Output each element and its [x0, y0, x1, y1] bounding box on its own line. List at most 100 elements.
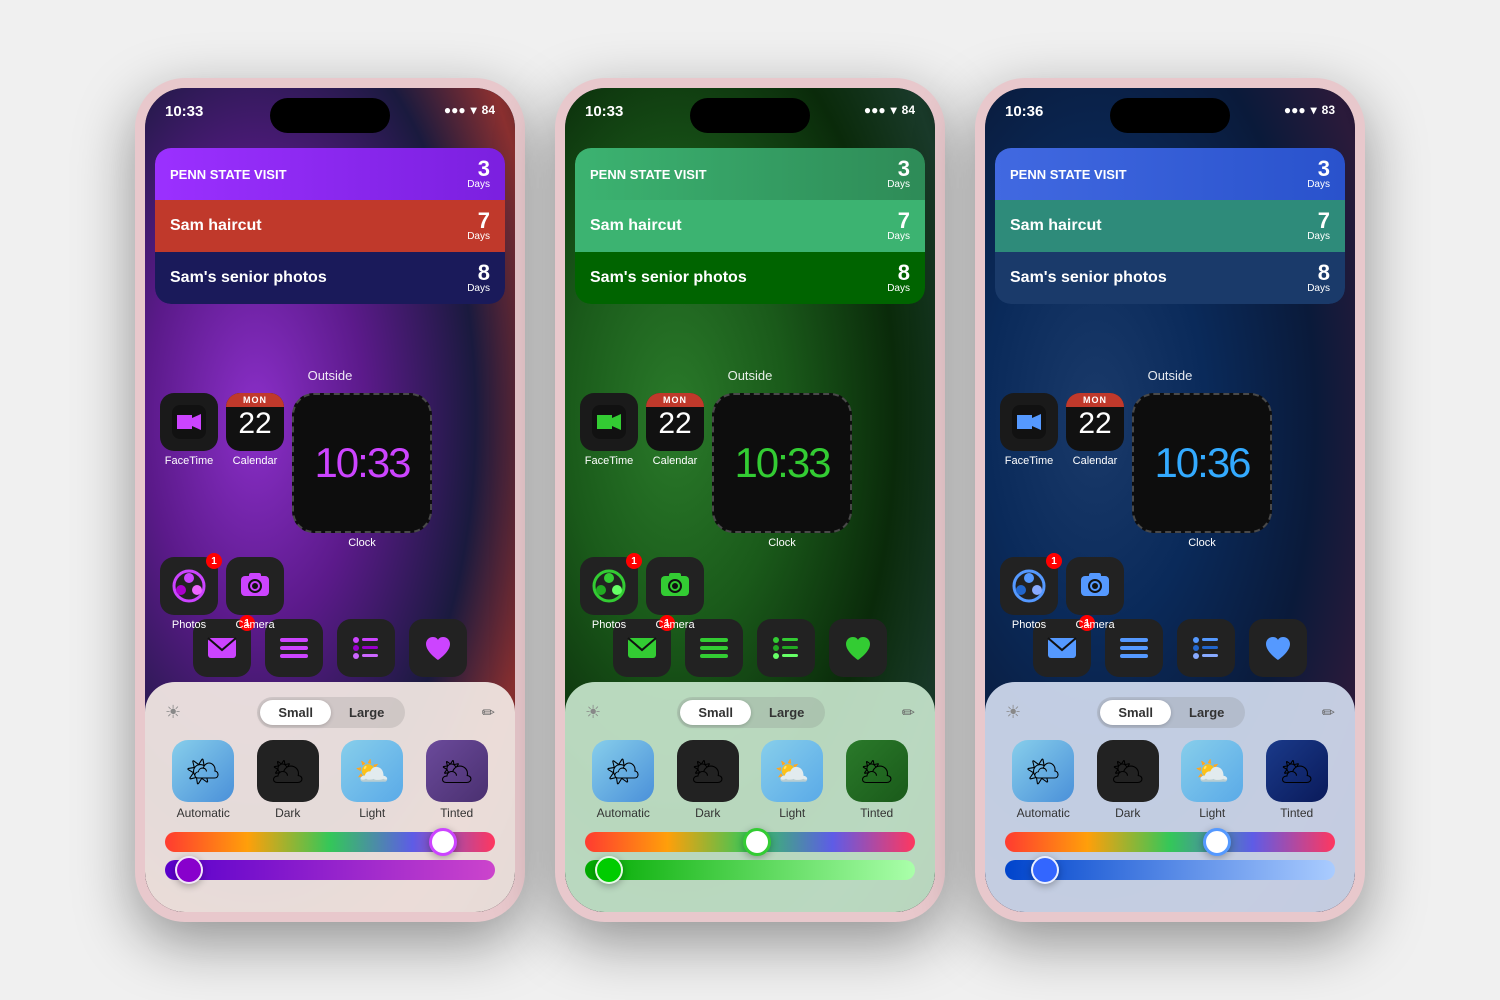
- calendar-app-2[interactable]: MON 22 Calendar: [646, 393, 704, 467]
- style-light-2[interactable]: ⛅ Light: [754, 740, 831, 820]
- photos-label-3: Photos: [1012, 619, 1046, 631]
- row2-num-1: 7: [467, 210, 490, 232]
- photos-app-2[interactable]: 1 Photos: [580, 557, 638, 631]
- color-slider2-2[interactable]: [585, 860, 915, 880]
- camera-app-2[interactable]: Camera: [646, 557, 704, 631]
- row2-num-2: 7: [887, 210, 910, 232]
- wifi-icon-1: ▾: [471, 103, 477, 117]
- phone-3: 10:36 ●●● ▾ 83 PENN STATE VISIT 3 Days: [975, 78, 1365, 922]
- light-style-icon-3: ⛅: [1181, 740, 1243, 802]
- clock-app-2[interactable]: 10:33 Clock: [712, 393, 852, 549]
- auto-style-label-1: Automatic: [177, 806, 230, 820]
- clock-app-3[interactable]: 10:36 Clock: [1132, 393, 1272, 549]
- style-light-1[interactable]: ⛅ Light: [334, 740, 411, 820]
- style-dark-1[interactable]: 🌥 Dark: [250, 740, 327, 820]
- camera-app-1[interactable]: Camera: [226, 557, 284, 631]
- clock-app-1[interactable]: 10:33 Clock: [292, 393, 432, 549]
- facetime-app-1[interactable]: FaceTime: [160, 393, 218, 467]
- slider1-thumb-1[interactable]: [429, 828, 457, 856]
- style-tinted-1[interactable]: 🌥 Tinted: [419, 740, 496, 820]
- signal-icon-2: ●●●: [864, 103, 886, 117]
- photos-icon-2: 1: [580, 557, 638, 615]
- style-light-3[interactable]: ⛅ Light: [1174, 740, 1251, 820]
- style-dark-2[interactable]: 🌥 Dark: [670, 740, 747, 820]
- countdown-row2-2: Sam haircut 7 Days: [575, 200, 925, 252]
- row2-title-3: Sam haircut: [1010, 217, 1102, 235]
- auto-style-icon-1: 🌤: [172, 740, 234, 802]
- photos-app-1[interactable]: 1 Photos: [160, 557, 218, 631]
- time-2: 10:33: [585, 103, 623, 120]
- row1-num-3: 3: [1307, 158, 1330, 180]
- row3-num-3: 8: [1307, 262, 1330, 284]
- slider2-thumb-2[interactable]: [595, 856, 623, 884]
- icon-options-3: 🌤 Automatic 🌥 Dark ⛅ Light 🌥 Tinted: [1005, 740, 1335, 820]
- style-automatic-1[interactable]: 🌤 Automatic: [165, 740, 242, 820]
- color-slider1-1[interactable]: [165, 832, 495, 852]
- slider2-thumb-1[interactable]: [175, 856, 203, 884]
- battery-2: 84: [902, 103, 915, 117]
- color-slider1-row-3: [1005, 832, 1335, 852]
- auto-style-label-2: Automatic: [597, 806, 650, 820]
- row3-title-3: Sam's senior photos: [1010, 269, 1167, 287]
- countdown-rows-3: PENN STATE VISIT 3 Days Sam haircut 7 Da…: [995, 148, 1345, 304]
- eyedropper-icon-3[interactable]: ✏: [1322, 703, 1335, 723]
- photos-icon-3: 1: [1000, 557, 1058, 615]
- camera-label-1: Camera: [235, 619, 274, 631]
- row3-right-2: 8 Days: [887, 262, 910, 294]
- size-toggle-2[interactable]: Small Large: [677, 697, 825, 728]
- phone-1-screen: 10:33 ●●● ▾ 84 PENN STATE VISIT 3 Days: [145, 88, 515, 912]
- style-automatic-3[interactable]: 🌤 Automatic: [1005, 740, 1082, 820]
- dark-style-icon-1: 🌥: [257, 740, 319, 802]
- row3-label-1: Days: [467, 284, 490, 294]
- status-icons-1: ●●● ▾ 84: [444, 103, 495, 117]
- cal-day-2: MON: [646, 393, 704, 407]
- large-btn-2[interactable]: Large: [751, 700, 822, 725]
- color-slider2-3[interactable]: [1005, 860, 1335, 880]
- large-btn-1[interactable]: Large: [331, 700, 402, 725]
- camera-app-3[interactable]: Camera: [1066, 557, 1124, 631]
- photos-app-3[interactable]: 1 Photos: [1000, 557, 1058, 631]
- size-toggle-1[interactable]: Small Large: [257, 697, 405, 728]
- slider1-thumb-2[interactable]: [743, 828, 771, 856]
- slider2-thumb-3[interactable]: [1031, 856, 1059, 884]
- facetime-app-3[interactable]: FaceTime: [1000, 393, 1058, 467]
- dynamic-island-1: [270, 98, 390, 133]
- size-toggle-3[interactable]: Small Large: [1097, 697, 1245, 728]
- row3-label-2: Days: [887, 284, 910, 294]
- large-btn-3[interactable]: Large: [1171, 700, 1242, 725]
- tinted-style-icon-2: 🌥: [846, 740, 908, 802]
- calendar-icon-1: MON 22: [226, 393, 284, 451]
- status-icons-3: ●●● ▾ 83: [1284, 103, 1335, 117]
- row1-title-1: PENN STATE VISIT: [170, 167, 287, 182]
- row1-right-2: 3 Days: [887, 158, 910, 190]
- style-dark-3[interactable]: 🌥 Dark: [1090, 740, 1167, 820]
- slider1-thumb-3[interactable]: [1203, 828, 1231, 856]
- style-tinted-3[interactable]: 🌥 Tinted: [1259, 740, 1336, 820]
- color-slider1-2[interactable]: [585, 832, 915, 852]
- phone-2: 10:33 ●●● ▾ 84 PENN STATE VISIT 3 Days: [555, 78, 945, 922]
- facetime-app-2[interactable]: FaceTime: [580, 393, 638, 467]
- small-btn-3[interactable]: Small: [1100, 700, 1171, 725]
- cal-day-1: MON: [226, 393, 284, 407]
- clock-time-1: 10:33: [314, 439, 409, 487]
- photos-icon-1: 1: [160, 557, 218, 615]
- small-btn-2[interactable]: Small: [680, 700, 751, 725]
- style-tinted-2[interactable]: 🌥 Tinted: [839, 740, 916, 820]
- row2-right-1: 7 Days: [467, 210, 490, 242]
- calendar-app-1[interactable]: MON 22 Calendar: [226, 393, 284, 467]
- tinted-style-label-1: Tinted: [440, 806, 473, 820]
- small-btn-1[interactable]: Small: [260, 700, 331, 725]
- custom-panel-3: ☀ Small Large ✏ 🌤 Automatic 🌥 Dark: [985, 682, 1355, 912]
- eyedropper-icon-1[interactable]: ✏: [482, 703, 495, 723]
- photos-badge-1: 1: [206, 553, 222, 569]
- cal-date-3: 22: [1078, 407, 1111, 440]
- phone-2-screen: 10:33 ●●● ▾ 84 PENN STATE VISIT 3 Days: [565, 88, 935, 912]
- row1-label-2: Days: [887, 180, 910, 190]
- facetime-icon-3: [1000, 393, 1058, 451]
- color-slider1-3[interactable]: [1005, 832, 1335, 852]
- calendar-app-3[interactable]: MON 22 Calendar: [1066, 393, 1124, 467]
- color-slider2-1[interactable]: [165, 860, 495, 880]
- style-automatic-2[interactable]: 🌤 Automatic: [585, 740, 662, 820]
- eyedropper-icon-2[interactable]: ✏: [902, 703, 915, 723]
- countdown-widget-2: PENN STATE VISIT 3 Days Sam haircut 7 Da…: [575, 148, 925, 309]
